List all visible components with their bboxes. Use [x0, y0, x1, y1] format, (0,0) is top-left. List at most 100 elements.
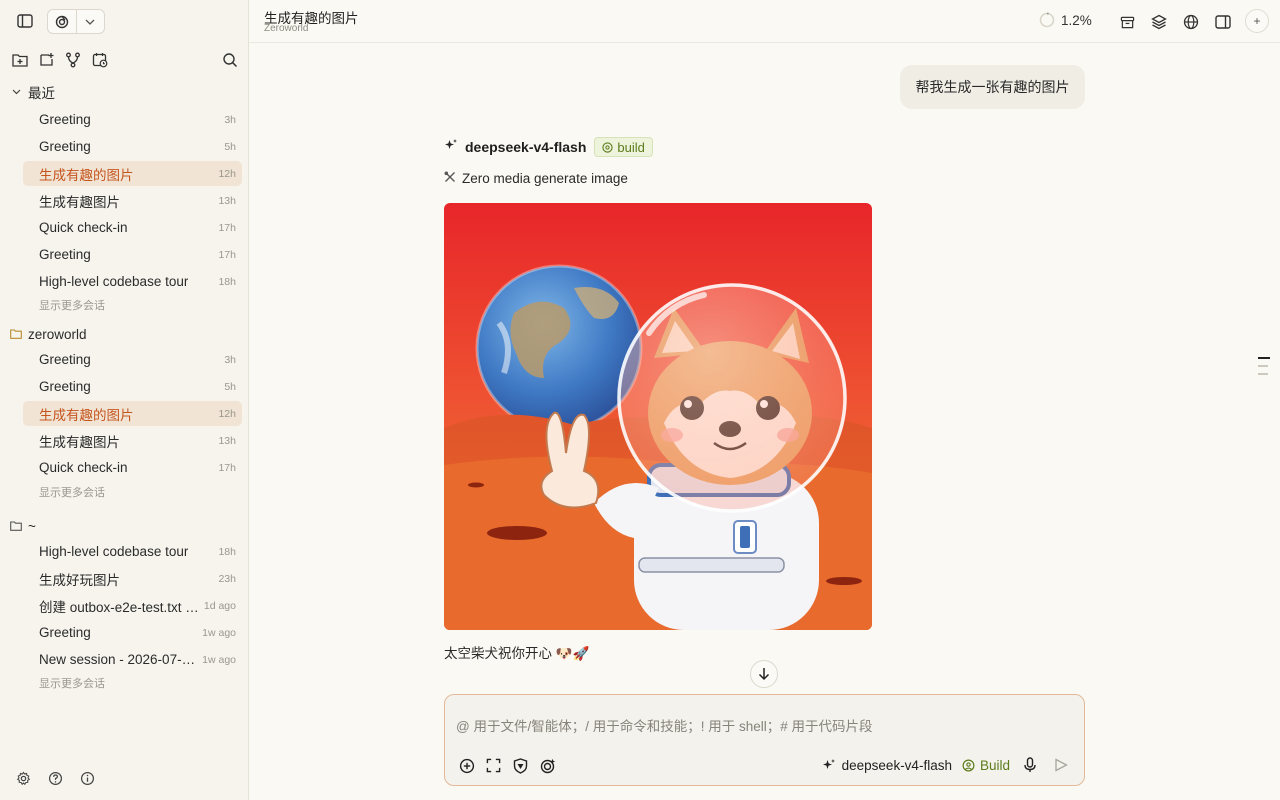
composer-right-controls: deepseek-v4-flash Build	[822, 755, 1072, 775]
workspace-logo-icon	[48, 10, 76, 33]
image-icon[interactable]	[484, 679, 504, 693]
session-time: 18h	[218, 545, 236, 558]
session-item-active[interactable]: 生成有趣的图片 12h	[23, 161, 242, 186]
agent-header: deepseek-v4-flash build	[444, 137, 653, 157]
group-header-recent[interactable]: 最近	[10, 82, 55, 102]
fork-icon[interactable]	[586, 679, 606, 693]
session-item[interactable]: Quick check-in 17h	[23, 215, 242, 240]
group-header-home[interactable]: ~	[10, 516, 36, 536]
build-mode-badge: build	[594, 137, 653, 157]
new-session-icon[interactable]	[37, 48, 57, 72]
fullscreen-icon[interactable]	[484, 756, 503, 775]
sidebar-toggle-icon[interactable]	[13, 10, 37, 32]
pin-icon[interactable]	[552, 679, 572, 693]
session-item[interactable]: Greeting 5h	[23, 374, 242, 399]
minimap-marker-active[interactable]	[1258, 357, 1270, 359]
session-time: 17h	[218, 221, 236, 234]
session-title: 生成有趣的图片	[39, 407, 134, 423]
mode-label: Build	[979, 757, 1010, 773]
model-selector[interactable]: deepseek-v4-flash	[822, 758, 952, 773]
panel-icon[interactable]	[518, 679, 538, 693]
composer-input-placeholder[interactable]: @ 用于文件/智能体；/ 用于命令和技能；! 用于 shell；# 用于代码片段	[456, 715, 872, 735]
project-name: Zeroworld	[264, 23, 309, 34]
message-composer[interactable]: @ 用于文件/智能体；/ 用于命令和技能；! 用于 shell；# 用于代码片段…	[444, 694, 1085, 786]
scheduled-calendar-icon[interactable]	[90, 48, 110, 72]
search-icon[interactable]	[220, 48, 240, 72]
microphone-icon[interactable]	[1020, 755, 1040, 775]
git-branch-icon[interactable]	[63, 48, 83, 72]
composer-tools	[457, 756, 557, 775]
workspace-switcher[interactable]	[47, 9, 105, 34]
session-item[interactable]: Greeting 3h	[23, 347, 242, 372]
session-item[interactable]: Greeting 17h	[23, 242, 242, 267]
group-header-zeroworld[interactable]: zeroworld	[10, 324, 87, 344]
generated-image[interactable]	[444, 203, 872, 630]
context-usage[interactable]: 1.2%	[1039, 12, 1092, 28]
sparkle-icon	[822, 759, 835, 769]
group-title: ~	[28, 518, 36, 534]
session-time: 3h	[224, 353, 236, 366]
sidebar-top-bar	[0, 0, 249, 42]
layers-icon[interactable]	[1148, 11, 1170, 33]
session-title: Quick check-in	[39, 220, 128, 235]
session-time: 5h	[224, 140, 236, 153]
assistant-reply-text: 太空柴犬祝你开心 🐶🚀	[444, 646, 590, 661]
tool-call[interactable]: Zero media generate image	[444, 171, 628, 186]
session-title: Greeting	[39, 352, 91, 367]
session-item[interactable]: High-level codebase tour 18h	[23, 269, 242, 294]
settings-gear-icon[interactable]	[13, 766, 33, 790]
show-more-sessions-link[interactable]: 显示更多会话	[39, 484, 105, 500]
globe-icon[interactable]	[1180, 11, 1202, 33]
session-item[interactable]: Greeting 5h	[23, 134, 242, 159]
user-message: 帮我生成一张有趣的图片	[900, 65, 1085, 109]
session-title: 生成好玩图片	[39, 572, 120, 588]
mode-selector[interactable]: Build	[962, 758, 1010, 773]
session-title: Greeting	[39, 247, 91, 262]
session-item[interactable]: Greeting 3h	[23, 107, 242, 132]
session-time: 17h	[218, 461, 236, 474]
conversation-minimap[interactable]	[1258, 357, 1270, 381]
show-more-sessions-link[interactable]: 显示更多会话	[39, 297, 105, 313]
agent-model-name: deepseek-v4-flash	[465, 139, 587, 155]
session-item[interactable]: 生成有趣图片 13h	[23, 188, 242, 213]
copy-icon[interactable]	[450, 679, 470, 693]
show-more-sessions-link[interactable]: 显示更多会话	[39, 675, 105, 691]
session-item[interactable]: 创建 outbox-e2e-test.txt … 1d ago	[23, 593, 242, 618]
session-title: 创建 outbox-e2e-test.txt …	[39, 599, 199, 615]
session-time: 5h	[224, 380, 236, 393]
session-item[interactable]: 生成有趣图片 13h	[23, 428, 242, 453]
shield-icon[interactable]	[511, 756, 530, 775]
build-mode-label: build	[617, 139, 645, 155]
message-actions	[450, 679, 606, 693]
session-title: 生成有趣图片	[39, 434, 120, 450]
session-item[interactable]: High-level codebase tour 18h	[23, 539, 242, 564]
session-item-active[interactable]: 生成有趣的图片 12h	[23, 401, 242, 426]
session-item[interactable]: Quick check-in 17h	[23, 455, 242, 480]
add-button[interactable]: +	[1245, 9, 1269, 33]
add-attachment-icon[interactable]	[457, 756, 476, 775]
session-title: 生成有趣的图片	[39, 167, 134, 183]
session-time: 23h	[218, 572, 236, 585]
session-item[interactable]: Greeting 1w ago	[23, 620, 242, 645]
info-icon[interactable]	[77, 766, 97, 790]
right-panel-toggle-icon[interactable]	[1212, 11, 1234, 33]
context-usage-ring-icon	[1039, 12, 1055, 28]
scroll-to-bottom-button[interactable]	[750, 660, 778, 688]
archive-box-icon[interactable]	[1116, 11, 1138, 33]
target-spark-icon[interactable]	[538, 756, 557, 775]
minimap-marker[interactable]	[1258, 365, 1268, 367]
minimap-marker[interactable]	[1258, 373, 1268, 375]
help-icon[interactable]	[45, 766, 65, 790]
session-time: 12h	[218, 407, 236, 420]
session-item[interactable]: New session - 2026-07-1… 1w ago	[23, 647, 242, 672]
session-title: Greeting	[39, 139, 91, 154]
session-time: 13h	[218, 434, 236, 447]
session-item[interactable]: 生成好玩图片 23h	[23, 566, 242, 591]
chevron-down-icon[interactable]	[75, 10, 104, 33]
session-title: High-level codebase tour	[39, 544, 189, 559]
send-icon[interactable]	[1050, 755, 1072, 775]
new-folder-icon[interactable]	[10, 48, 30, 72]
folder-icon	[10, 520, 22, 532]
tools-icon	[444, 171, 456, 186]
session-time: 1d ago	[203, 599, 236, 612]
